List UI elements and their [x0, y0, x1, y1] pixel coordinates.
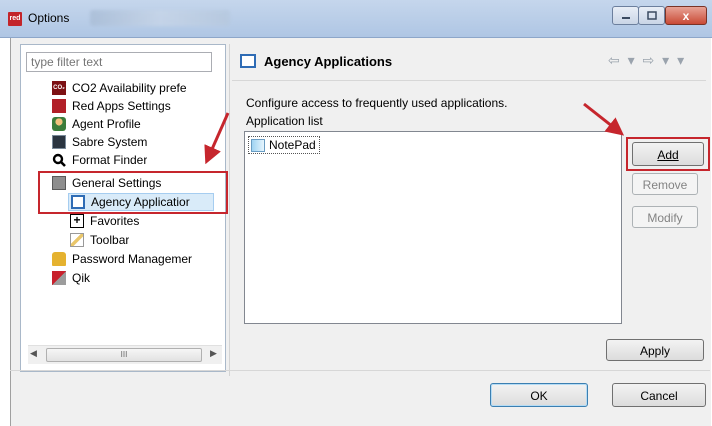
annotation-arrows — [204, 102, 625, 165]
arrow-to-general-settings — [204, 112, 230, 165]
arrow-to-add-button — [583, 102, 625, 136]
